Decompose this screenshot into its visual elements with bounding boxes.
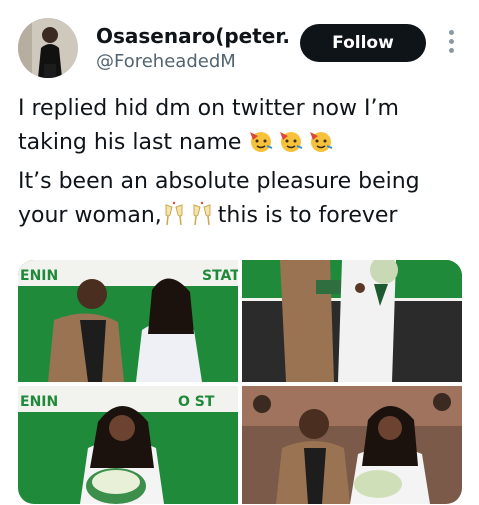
tweet-line-4: your woman, this is to forever <box>18 199 468 238</box>
author-names: Osasenaro(peter... @ForeheadedM <box>96 24 292 74</box>
tweet-line-4-start: your woman, <box>18 203 162 228</box>
couple-standing-photo[interactable]: ENIN STAT <box>18 260 238 382</box>
bride-with-bouquet-photo[interactable]: ENIN O ST <box>18 386 238 504</box>
couple-seated-photo[interactable] <box>242 386 462 504</box>
banner-text-right: STAT <box>202 268 238 284</box>
banner-text-right: O ST <box>178 394 215 410</box>
couple-holding-hands-photo[interactable] <box>242 260 462 382</box>
tweet-line-2: taking his last name <box>18 126 468 165</box>
tweet-header: Osasenaro(peter... @ForeheadedM Follow <box>0 0 479 90</box>
partying-face-icon <box>248 128 274 165</box>
avatar-photo-icon <box>18 18 78 78</box>
author-handle[interactable]: @ForeheadedM <box>96 50 292 74</box>
clinking-glasses-icon <box>190 201 214 238</box>
tweet-text: I replied hid dm on twitter now I’m taki… <box>18 92 468 238</box>
partying-face-icon <box>278 128 304 165</box>
banner-text-left: ENIN <box>20 268 58 284</box>
follow-button[interactable]: Follow <box>300 24 426 62</box>
tweet-line-1: I replied hid dm on twitter now I’m <box>18 96 399 121</box>
tweet-line-3: It’s been an absolute pleasure being <box>18 169 420 194</box>
banner-text-left: ENIN <box>20 394 58 410</box>
media-grid: ENIN STAT ENIN O ST <box>18 260 462 504</box>
tweet-line-2-text: taking his last name <box>18 130 242 155</box>
clinking-glasses-icon <box>162 201 186 238</box>
author-display-name[interactable]: Osasenaro(peter... <box>96 24 292 48</box>
author-avatar[interactable] <box>18 18 78 78</box>
more-vertical-icon[interactable] <box>445 30 457 58</box>
partying-face-icon <box>308 128 334 165</box>
tweet-line-4-end: this is to forever <box>217 203 398 228</box>
